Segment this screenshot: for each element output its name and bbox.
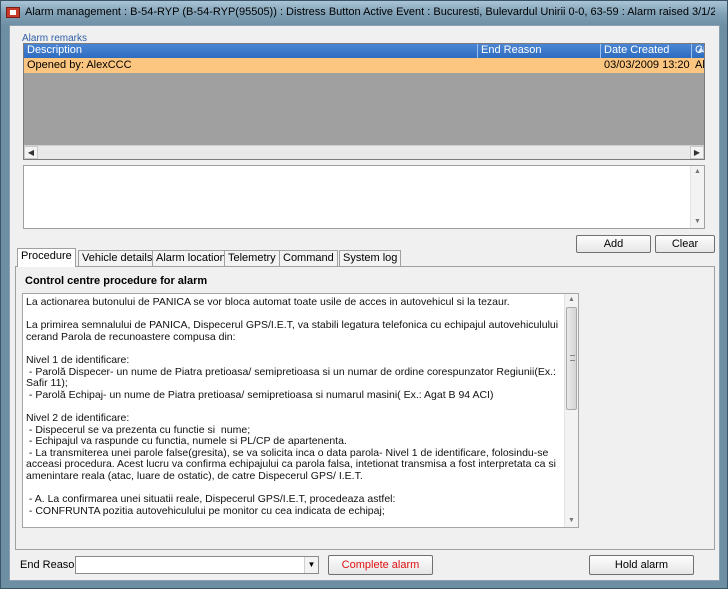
cell-description: Opened by: AlexCCC (27, 59, 132, 71)
cell-end-reason (478, 58, 601, 73)
grid-horizontal-scrollbar[interactable]: ◀ ▶ (24, 145, 704, 159)
scroll-left-icon[interactable]: ◀ (24, 146, 38, 159)
complete-alarm-button[interactable]: Complete alarm (328, 555, 433, 575)
tab-procedure[interactable]: Procedure (17, 248, 76, 267)
chevron-down-icon[interactable]: ▼ (304, 557, 318, 573)
grip-icon (570, 355, 575, 361)
scroll-down-icon[interactable]: ▼ (691, 216, 704, 228)
alarm-remarks-group: Alarm remarks Description End Reason Dat… (21, 33, 715, 253)
tab-alarm-location[interactable]: Alarm location (152, 250, 230, 267)
window-title: Alarm management : B-54-RYP (B-54-RYP(95… (25, 6, 715, 18)
tab-system-log[interactable]: System log (339, 250, 402, 267)
procedure-text: La actionarea butonului de PANICA se vor… (26, 296, 559, 517)
tab-telemetry[interactable]: Telemetry (224, 250, 280, 267)
grid-header: Description End Reason Date Created Cr (24, 44, 704, 58)
client-area: Alarm remarks Description End Reason Dat… (9, 25, 720, 581)
end-reason-select[interactable]: ▼ (75, 556, 319, 574)
cell-created-by: Ale (695, 59, 705, 71)
action-bar: End Reason: ▼ Complete alarm Hold alarm (10, 552, 719, 580)
table-row[interactable]: Opened by: AlexCCC 03/03/2009 13:20 Ale (24, 58, 704, 73)
column-header-description[interactable]: Description (24, 44, 478, 58)
app-icon (6, 7, 20, 18)
tab-vehicle-details[interactable]: Vehicle details (78, 250, 157, 267)
column-header-date-created[interactable]: Date Created (601, 44, 692, 58)
scroll-up-icon[interactable]: ▲ (565, 294, 578, 306)
remark-input[interactable]: ▲ ▼ (23, 165, 705, 229)
scroll-right-icon[interactable]: ▶ (690, 146, 704, 159)
scroll-up-icon[interactable]: ▲ (691, 166, 704, 178)
sort-ascending-icon (698, 47, 704, 52)
procedure-text-box[interactable]: La actionarea butonului de PANICA se vor… (22, 293, 579, 528)
tab-command[interactable]: Command (279, 250, 338, 267)
column-header-end-reason[interactable]: End Reason (478, 44, 601, 58)
scroll-down-icon[interactable]: ▼ (565, 515, 578, 527)
scroll-thumb[interactable] (566, 307, 577, 410)
title-bar[interactable]: Alarm management : B-54-RYP (B-54-RYP(95… (1, 1, 727, 25)
remarks-grid[interactable]: Description End Reason Date Created Cr O… (23, 43, 705, 160)
procedure-title: Control centre procedure for alarm (25, 275, 208, 287)
procedure-scrollbar[interactable]: ▲ ▼ (564, 294, 578, 527)
procedure-panel: Control centre procedure for alarm La ac… (15, 266, 715, 550)
hold-alarm-button[interactable]: Hold alarm (589, 555, 694, 575)
tab-strip: Procedure Vehicle details Alarm location… (14, 248, 714, 267)
remark-scrollbar[interactable]: ▲ ▼ (690, 166, 704, 228)
alarm-management-window: Alarm management : B-54-RYP (B-54-RYP(95… (0, 0, 728, 589)
cell-date-created: 03/03/2009 13:20 (604, 59, 690, 71)
